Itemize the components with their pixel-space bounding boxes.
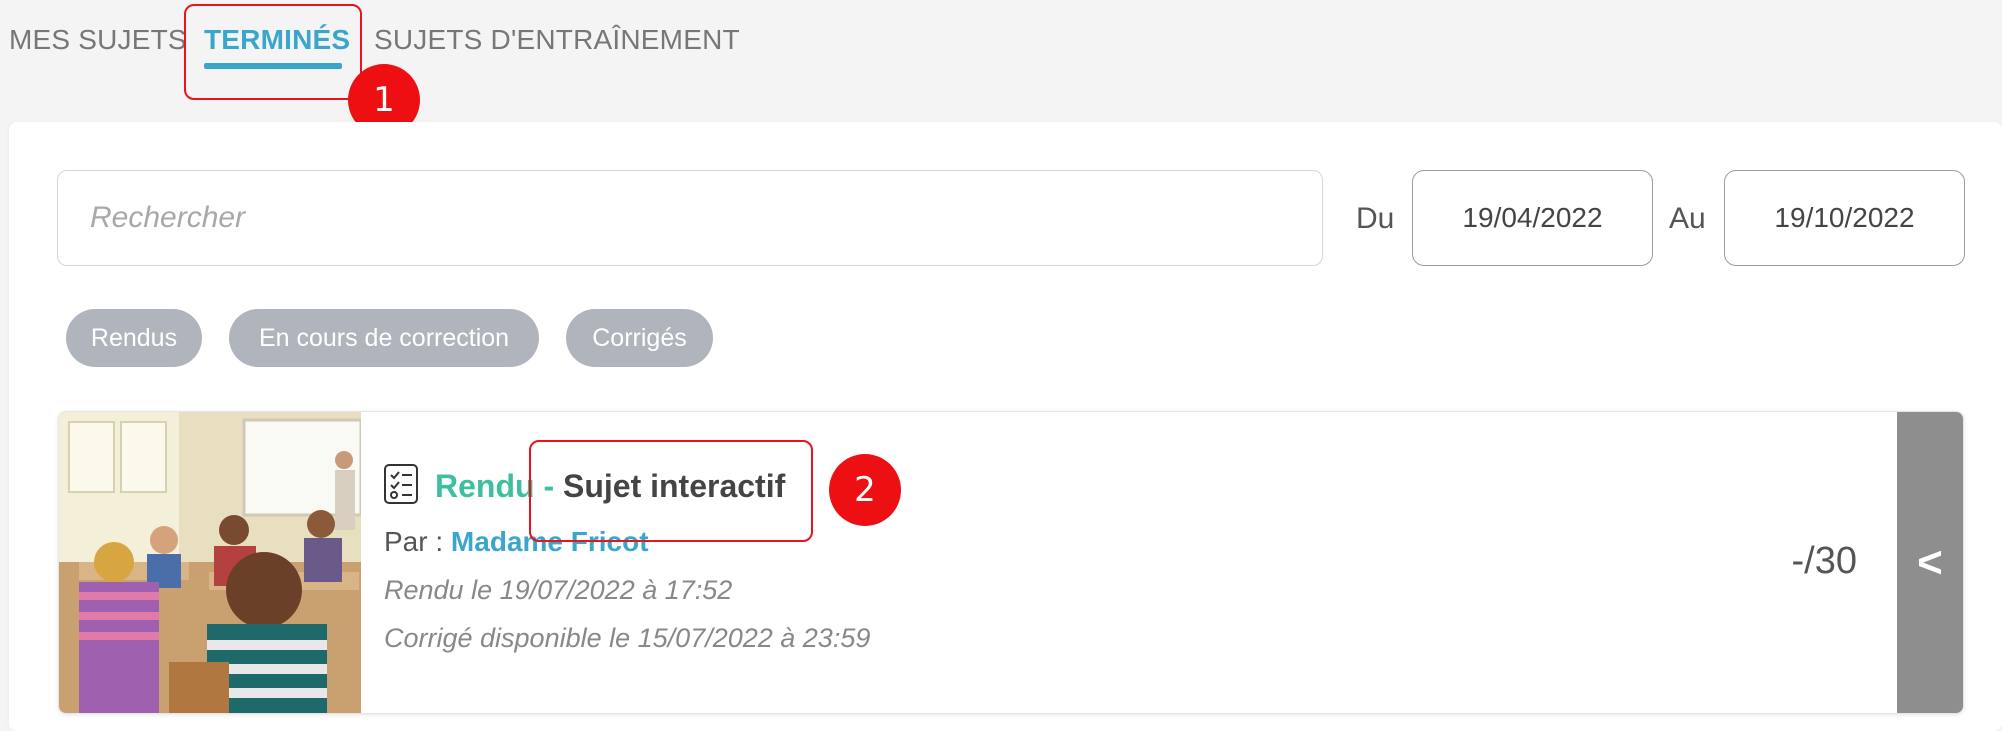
filter-chip-en-cours[interactable]: En cours de correction [229,309,539,367]
expand-button[interactable]: < [1897,412,1963,713]
filter-chip-rendus[interactable]: Rendus [66,309,202,367]
date-from-field[interactable]: 19/04/2022 [1412,170,1653,266]
tab-sujets-entrainement[interactable]: SUJETS D'ENTRAÎNEMENT [374,24,740,56]
tab-mes-sujets[interactable]: MES SUJETS [9,24,187,56]
annotation-highlight-1 [184,4,362,100]
filter-chip-corriges[interactable]: Corrigés [566,309,713,367]
submission-card[interactable]: Rendu - Sujet interactif Par : Madame Fr… [58,411,1964,714]
annotation-badge-2: 2 [829,454,901,526]
author-prefix: Par : [384,526,451,557]
submitted-date: Rendu le 19/07/2022 à 17:52 [384,575,733,605]
date-to-field[interactable]: 19/10/2022 [1724,170,1965,266]
classroom-thumbnail [59,412,361,713]
submission-status: Rendu [435,468,535,504]
date-from-label: Du [1356,202,1395,235]
search-input[interactable]: Rechercher [57,170,1323,266]
checklist-icon [384,464,418,504]
date-to-label: Au [1669,202,1706,235]
correction-date: Corrigé disponible le 15/07/2022 à 23:59 [384,623,871,653]
annotation-highlight-2 [529,440,813,542]
score: -/30 [1791,540,1857,582]
chevron-left-icon: < [1917,537,1943,587]
